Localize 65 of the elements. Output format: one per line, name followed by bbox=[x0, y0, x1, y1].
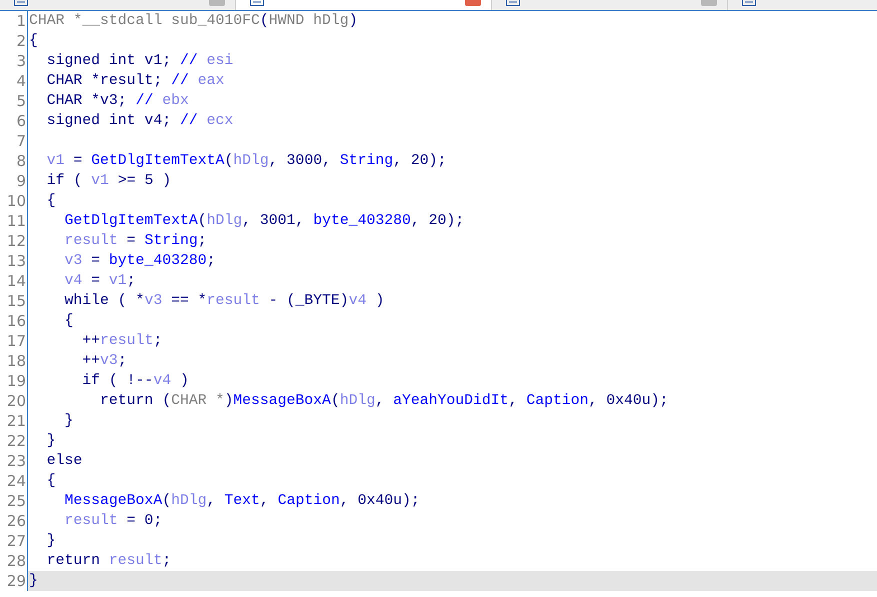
line-number: 29 bbox=[6, 571, 26, 591]
line-number: 17 bbox=[6, 331, 26, 351]
line-number: 14 bbox=[6, 271, 26, 291]
line-number: 20 bbox=[6, 391, 26, 411]
window-icon bbox=[14, 0, 28, 6]
line-number: 5 bbox=[15, 91, 26, 111]
code-line: CHAR *v3; // ebx bbox=[46, 92, 189, 111]
code-line: else bbox=[46, 452, 82, 471]
code-line: result = String; bbox=[64, 232, 207, 251]
code-line: ++v3; bbox=[81, 352, 127, 371]
code-line: } bbox=[46, 432, 56, 451]
code-line: if ( v1 >= 5 ) bbox=[46, 172, 172, 191]
code-line: if ( !--v4 ) bbox=[81, 372, 189, 391]
code-line: } bbox=[64, 412, 74, 431]
code-line: v3 = byte_403280; bbox=[64, 252, 216, 271]
line-number: 13 bbox=[6, 251, 26, 271]
line-number: 16 bbox=[6, 311, 26, 331]
line-number: 3 bbox=[15, 51, 26, 71]
window-icon bbox=[250, 0, 264, 6]
code-line: { bbox=[46, 192, 56, 211]
line-number: 11 bbox=[6, 211, 26, 231]
line-number: 2 bbox=[15, 31, 26, 51]
window-icon bbox=[742, 0, 756, 6]
line-number: 6 bbox=[15, 111, 26, 131]
code-line: signed int v1; // esi bbox=[46, 52, 234, 71]
close-icon[interactable] bbox=[701, 0, 717, 6]
code-line: } bbox=[46, 532, 56, 551]
code-line: v4 = v1; bbox=[64, 272, 136, 291]
code-line: GetDlgItemTextA(hDlg, 3001, byte_403280, 20); bbox=[64, 212, 464, 231]
window-icon bbox=[506, 0, 520, 6]
code-line: result = 0; bbox=[64, 512, 162, 531]
line-number: 1 bbox=[15, 11, 26, 31]
line-number: 12 bbox=[6, 231, 26, 251]
code-line: } bbox=[28, 572, 38, 591]
code-line: return result; bbox=[46, 552, 172, 571]
code-line: ++result; bbox=[81, 332, 162, 351]
code-line: signed int v4; // ecx bbox=[46, 112, 234, 131]
line-number: 26 bbox=[6, 511, 26, 531]
code-line: CHAR *__stdcall sub_4010FC(HWND hDlg) bbox=[28, 12, 358, 31]
line-number: 19 bbox=[6, 371, 26, 391]
line-number: 28 bbox=[6, 551, 26, 571]
tab[interactable] bbox=[236, 0, 492, 10]
code-line: MessageBoxA(hDlg, Text, Caption, 0x40u); bbox=[64, 492, 420, 511]
line-number: 21 bbox=[6, 411, 26, 431]
code-line: { bbox=[46, 472, 56, 491]
close-icon[interactable] bbox=[209, 0, 225, 6]
line-number: 15 bbox=[6, 291, 26, 311]
line-number: 9 bbox=[15, 171, 26, 191]
code-line: { bbox=[28, 32, 38, 51]
line-number: 23 bbox=[6, 451, 26, 471]
line-number: 18 bbox=[6, 351, 26, 371]
line-number: 22 bbox=[6, 431, 26, 451]
line-number: 7 bbox=[15, 131, 26, 151]
line-number: 10 bbox=[6, 191, 26, 211]
code-line: return (CHAR *)MessageBoxA(hDlg, aYeahYouDidIt, Caption, 0x40u); bbox=[99, 392, 668, 411]
line-number: 27 bbox=[6, 531, 26, 551]
line-number: 8 bbox=[15, 151, 26, 171]
code-line: v1 = GetDlgItemTextA(hDlg, 3000, String, 20); bbox=[46, 152, 446, 171]
line-number: 24 bbox=[6, 471, 26, 491]
code-line: CHAR *result; // eax bbox=[46, 72, 224, 91]
line-number: 4 bbox=[15, 71, 26, 91]
code-line: { bbox=[64, 312, 74, 331]
code-line: while ( *v3 == *result - (_BYTE)v4 ) bbox=[64, 292, 384, 311]
line-number: 25 bbox=[6, 491, 26, 511]
close-icon[interactable] bbox=[465, 0, 481, 6]
